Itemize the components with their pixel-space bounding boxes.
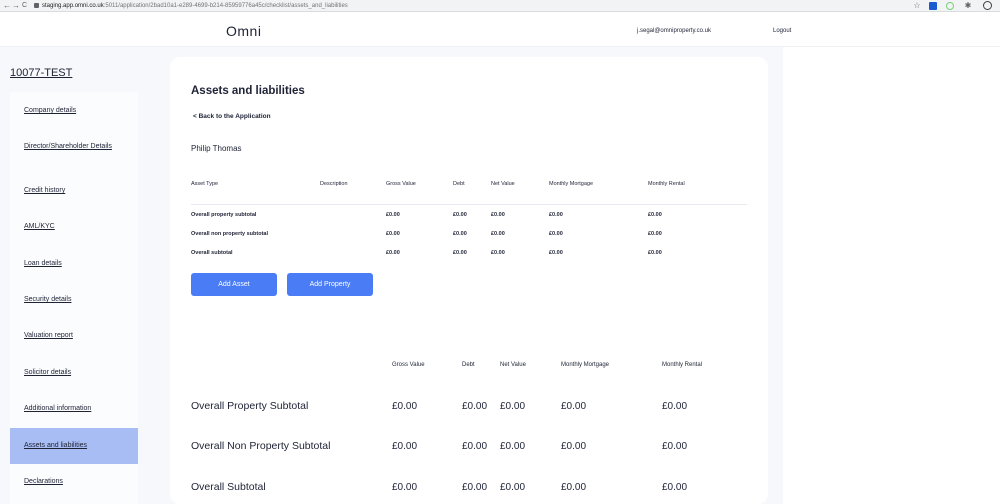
url-path: :5011/application/2bad10a1-e289-4699-b21… (103, 3, 348, 9)
summary-header-monthly-mortgage: Monthly Mortgage (561, 362, 610, 368)
row-gross-value: £0.00 (386, 212, 400, 218)
summary-monthly-rental: £0.00 (662, 441, 688, 452)
summary-monthly-mortgage: £0.00 (561, 482, 587, 493)
user-email: j.segal@omniproperty.co.uk (637, 28, 712, 34)
summary-net-value: £0.00 (500, 482, 526, 493)
logout-link[interactable]: Logout (773, 28, 791, 34)
address-bar[interactable]: staging.app.omni.co.uk:5011/application/… (42, 0, 348, 12)
col-header-net-value: Net Value (491, 181, 515, 187)
summary-monthly-mortgage: £0.00 (561, 441, 587, 452)
sidebar-item-loan-details[interactable]: Loan details (10, 246, 138, 282)
sidebar-item-solicitor-details[interactable]: Solicitor details (10, 355, 138, 391)
row-debt: £0.00 (453, 250, 467, 256)
sidebar-item-security-details[interactable]: Security details (10, 282, 138, 318)
sidebar-item-director-shareholder-details[interactable]: Director/Shareholder Details (10, 129, 138, 165)
sidebar-item-valuation-report[interactable]: Valuation report (10, 318, 138, 354)
extension-leaf-icon[interactable] (946, 2, 954, 10)
row-monthly-mortgage: £0.00 (549, 250, 563, 256)
row-debt: £0.00 (453, 212, 467, 218)
bookmark-star-icon[interactable]: ☆ (912, 1, 922, 11)
col-header-asset-type: Asset Type (191, 181, 219, 187)
reload-icon[interactable]: C (22, 1, 27, 11)
application-id-link[interactable]: 10077-TEST (10, 67, 72, 79)
row-monthly-rental: £0.00 (648, 212, 662, 218)
browser-toolbar: ← → C staging.app.omni.co.uk:5011/applic… (0, 0, 1000, 12)
summary-debt: £0.00 (462, 401, 488, 412)
person-name: Philip Thomas (191, 144, 242, 153)
summary-label: Overall Property Subtotal (191, 400, 309, 412)
sidebar-item-declarations[interactable]: Declarations (10, 464, 138, 500)
summary-label: Overall Subtotal (191, 481, 266, 493)
assets-liabilities-card: Assets and liabilities < Back to the App… (170, 57, 768, 504)
summary-debt: £0.00 (462, 441, 488, 452)
sidebar-item-company-details[interactable]: Company details (10, 93, 138, 129)
summary-header-debt: Debt (462, 362, 475, 368)
summary-gross-value: £0.00 (392, 482, 418, 493)
profile-avatar-icon[interactable] (983, 1, 992, 10)
summary-header-gross-value: Gross Value (392, 362, 425, 368)
summary-net-value: £0.00 (500, 401, 526, 412)
forward-arrow-icon[interactable]: → (12, 1, 20, 11)
sidebar-item-additional-information[interactable]: Additional information (10, 391, 138, 427)
row-monthly-rental: £0.00 (648, 231, 662, 237)
summary-net-value: £0.00 (500, 441, 526, 452)
lock-icon (34, 3, 39, 8)
summary-monthly-rental: £0.00 (662, 401, 688, 412)
col-header-monthly-rental: Monthly Rental (648, 181, 685, 187)
url-host: staging.app.omni.co.uk (42, 3, 104, 9)
summary-header-monthly-rental: Monthly Rental (662, 362, 703, 368)
back-to-application-link[interactable]: < Back to the Application (193, 113, 271, 120)
row-net-value: £0.00 (491, 212, 505, 218)
sidebar-menu: Company details Director/Shareholder Det… (10, 92, 138, 504)
app-header: Omni j.segal@omniproperty.co.uk Logout (0, 13, 1000, 47)
row-label: Overall non property subtotal (191, 231, 269, 237)
summary-debt: £0.00 (462, 482, 488, 493)
table-divider (191, 204, 747, 205)
col-header-description: Description (320, 181, 348, 187)
summary-label: Overall Non Property Subtotal (191, 440, 331, 452)
row-label: Overall property subtotal (191, 212, 257, 218)
page-title: Assets and liabilities (191, 85, 305, 97)
col-header-debt: Debt (453, 181, 465, 187)
col-header-gross-value: Gross Value (386, 181, 416, 187)
summary-monthly-mortgage: £0.00 (561, 401, 587, 412)
summary-gross-value: £0.00 (392, 401, 418, 412)
sidebar-item-assets-and-liabilities[interactable]: Assets and liabilities (10, 428, 138, 464)
sidebar-item-credit-history[interactable]: Credit history (10, 173, 138, 209)
row-debt: £0.00 (453, 231, 467, 237)
row-gross-value: £0.00 (386, 231, 400, 237)
summary-gross-value: £0.00 (392, 441, 418, 452)
extensions-puzzle-icon[interactable]: ✱ (963, 1, 973, 11)
back-arrow-icon[interactable]: ← (3, 1, 11, 11)
extension-icon[interactable] (929, 2, 937, 10)
summary-header-net-value: Net Value (500, 362, 526, 368)
add-asset-button[interactable]: Add Asset (191, 273, 277, 296)
app-logo[interactable]: Omni (226, 23, 261, 39)
row-monthly-mortgage: £0.00 (549, 212, 563, 218)
row-net-value: £0.00 (491, 231, 505, 237)
row-gross-value: £0.00 (386, 250, 400, 256)
row-monthly-rental: £0.00 (648, 250, 662, 256)
row-label: Overall subtotal (191, 250, 233, 256)
col-header-monthly-mortgage: Monthly Mortgage (549, 181, 594, 187)
summary-monthly-rental: £0.00 (662, 482, 688, 493)
row-net-value: £0.00 (491, 250, 505, 256)
row-monthly-mortgage: £0.00 (549, 231, 563, 237)
sidebar-item-aml-kyc[interactable]: AML/KYC (10, 209, 138, 245)
add-property-button[interactable]: Add Property (287, 273, 373, 296)
